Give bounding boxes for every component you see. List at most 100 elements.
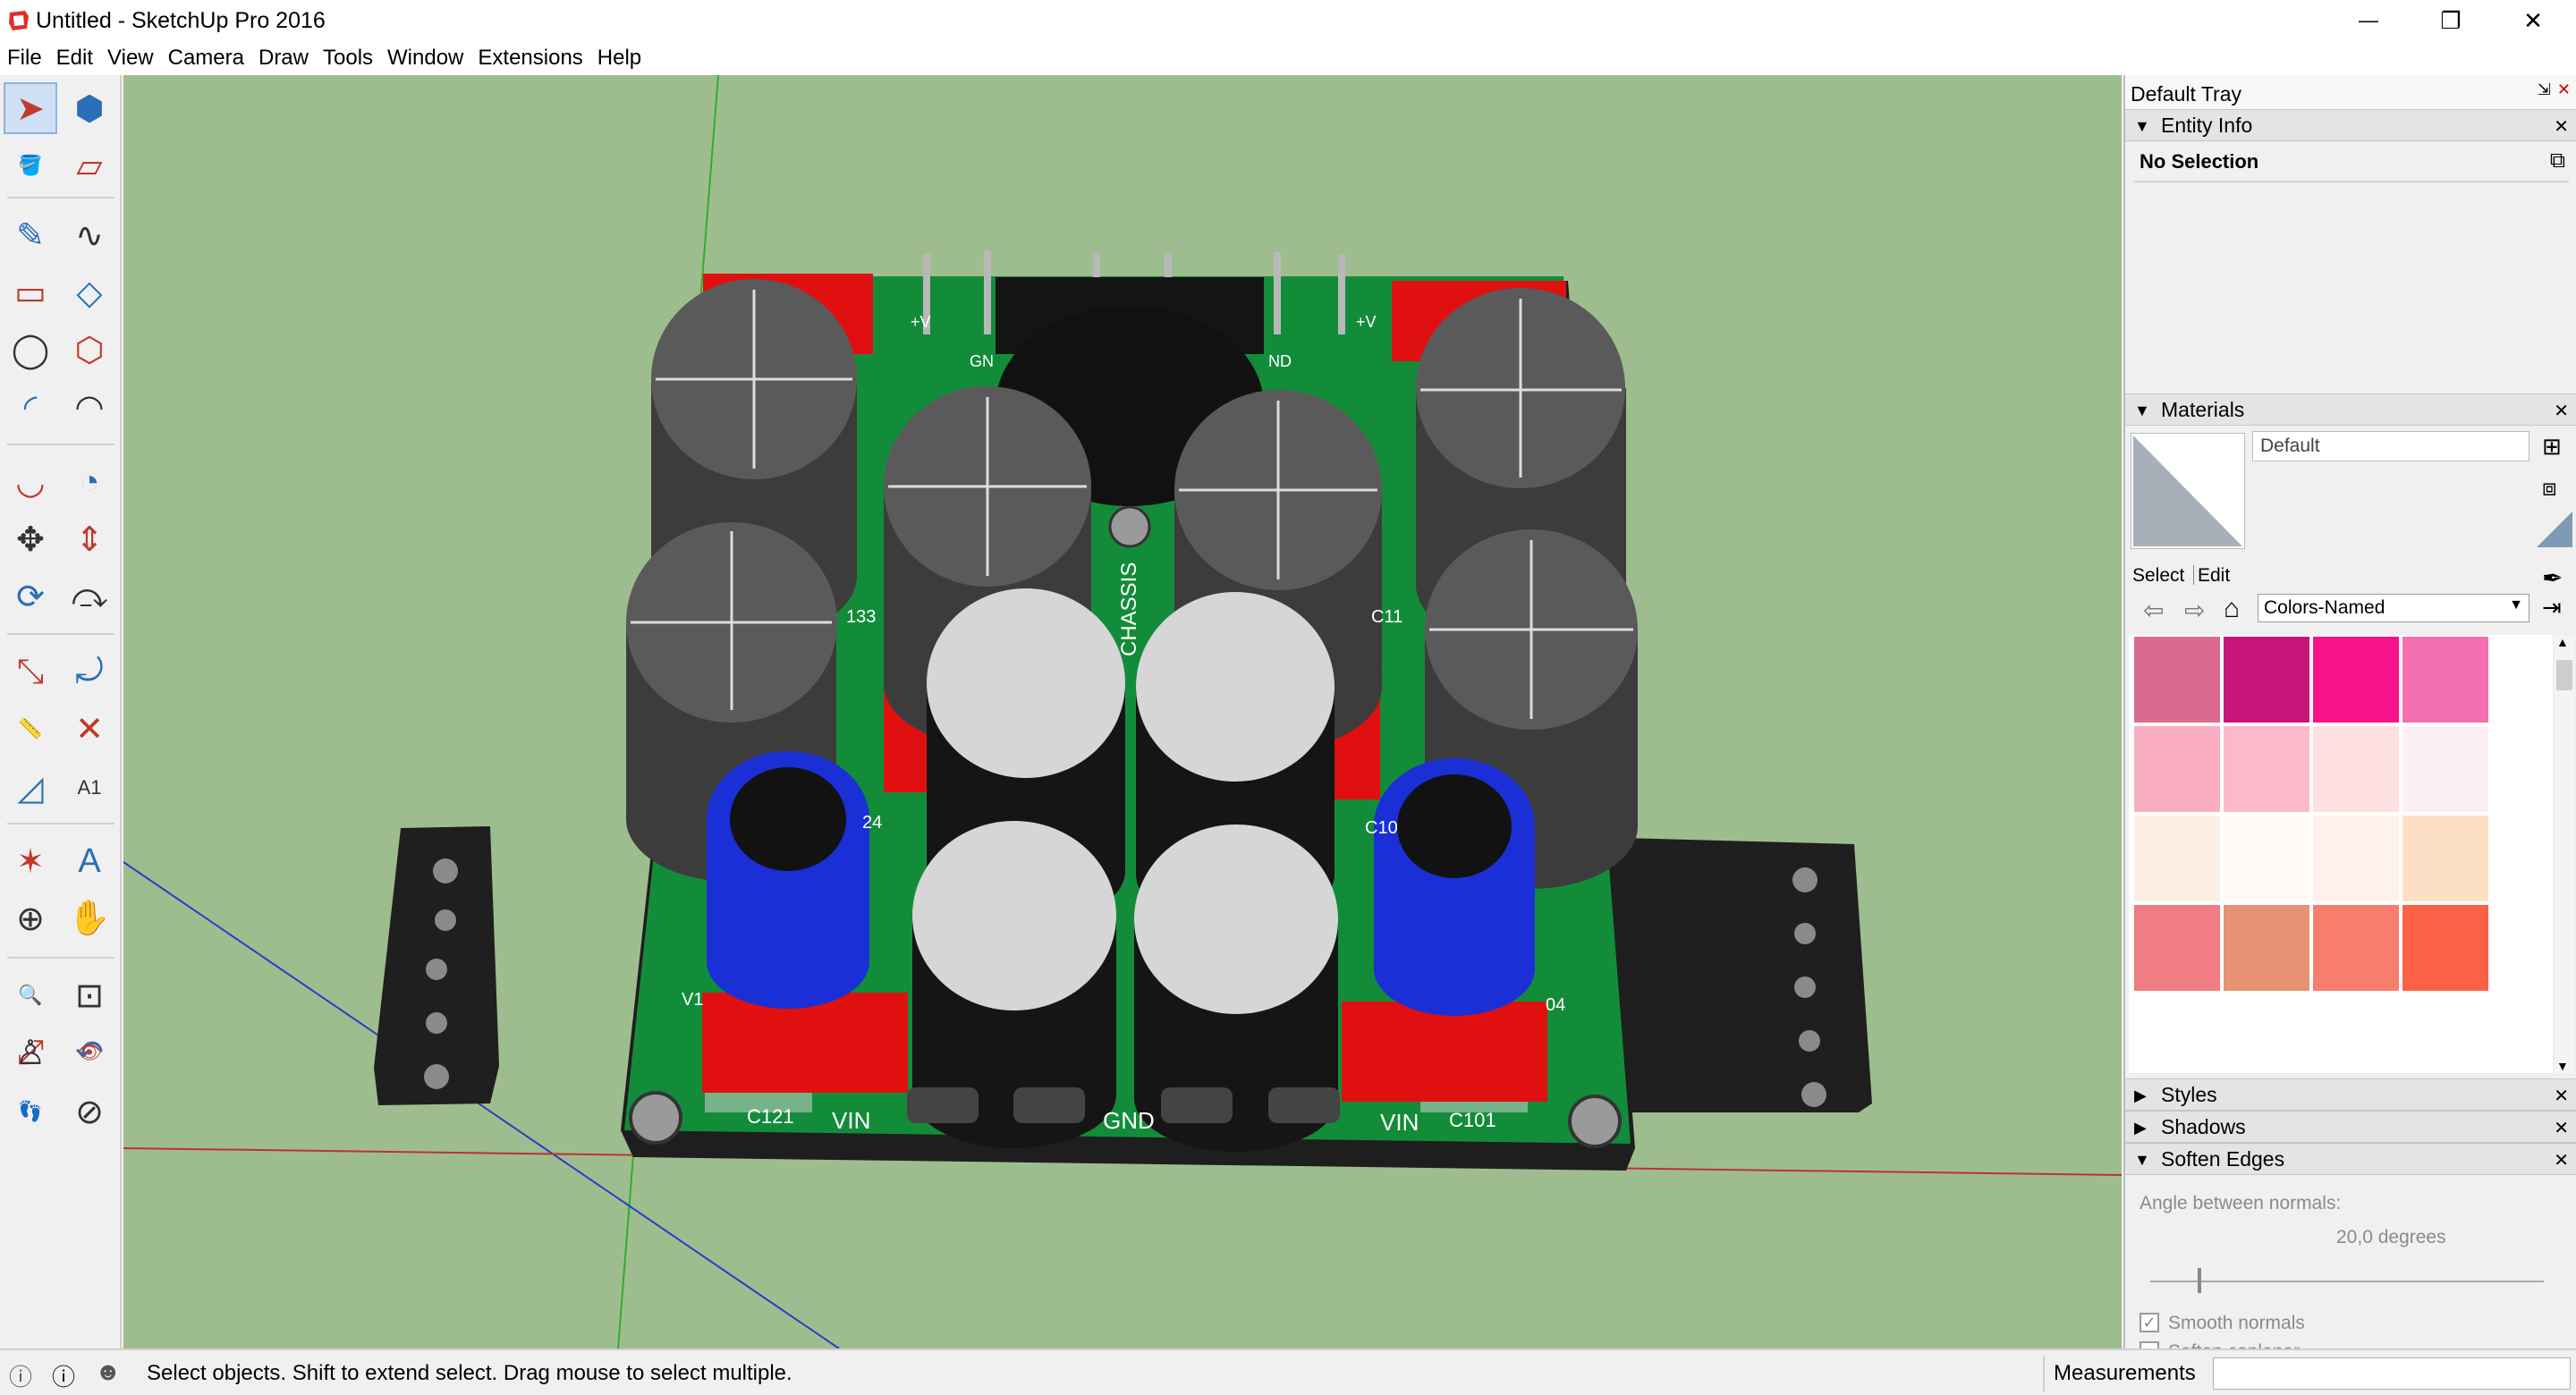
freehand-button[interactable]: ∿	[63, 209, 116, 261]
zoom-button[interactable]: 🔍	[4, 969, 57, 1021]
zoom-window-button[interactable]: ⊡	[63, 969, 116, 1021]
material-swatch[interactable]	[2313, 816, 2399, 901]
look-around-button[interactable]: 👁	[63, 1027, 116, 1078]
menu-help[interactable]: Help	[590, 41, 648, 75]
entity-info-toggle-icon[interactable]: ⧉	[2550, 148, 2565, 173]
push-pull-button[interactable]: ⇕	[63, 513, 116, 565]
section-plane-button[interactable]: ⊘	[63, 1086, 116, 1137]
circle-button[interactable]: ◯	[4, 324, 57, 376]
drawing-viewport[interactable]: CHASSIS GND VIN VIN C121 C101 +V +V GN N…	[123, 75, 2122, 1348]
material-swatch[interactable]	[2402, 816, 2488, 901]
material-swatch[interactable]	[2224, 816, 2309, 901]
menu-view[interactable]: View	[100, 41, 161, 75]
back-arrow-icon[interactable]: ⇦	[2143, 596, 2164, 625]
materials-header[interactable]: ▼ Materials ✕	[2125, 393, 2576, 426]
silk-gnd-left: GN	[970, 352, 994, 370]
material-name-field[interactable]: Default	[2252, 431, 2529, 461]
menu-file[interactable]: File	[0, 41, 49, 75]
slider-thumb[interactable]	[2197, 1268, 2201, 1293]
menu-camera[interactable]: Camera	[161, 41, 251, 75]
home-icon[interactable]: ⌂	[2224, 594, 2240, 624]
walk-button[interactable]: 👣	[4, 1086, 57, 1137]
eyedropper-icon[interactable]: ✒	[2542, 563, 2563, 593]
move-button[interactable]: ✥	[4, 513, 57, 565]
tape-measure-button[interactable]: 📏	[4, 703, 57, 755]
polygon-button[interactable]: ⬡	[63, 324, 116, 376]
scale-button[interactable]: ⤡	[4, 646, 57, 698]
minimize-button[interactable]: —	[2327, 0, 2410, 41]
material-swatch[interactable]	[2313, 726, 2399, 812]
measurements-input[interactable]	[2213, 1357, 2571, 1390]
entity-info-header[interactable]: ▼ Entity Info ✕	[2125, 109, 2576, 141]
rotated-rectangle-button[interactable]: ◇	[63, 266, 116, 318]
angle-slider[interactable]	[2150, 1268, 2544, 1293]
menu-draw[interactable]: Draw	[251, 41, 316, 75]
geolocation-icon[interactable]: ⓘ	[9, 1359, 32, 1392]
make-component-button[interactable]: ⬢	[63, 82, 116, 134]
orbit-button[interactable]: ⊕	[4, 892, 57, 944]
user-account-icon[interactable]: ☻	[95, 1357, 121, 1386]
panel-close-icon[interactable]: ✕	[2554, 1117, 2569, 1139]
material-swatch[interactable]	[2134, 905, 2220, 991]
tab-select[interactable]: Select	[2132, 565, 2184, 587]
soften-edges-header[interactable]: ▼ Soften Edges ✕	[2125, 1143, 2576, 1175]
smooth-normals-checkbox[interactable]: ✓	[2140, 1313, 2159, 1332]
axes-button[interactable]: ✶	[4, 835, 57, 887]
panel-close-icon[interactable]: ✕	[2554, 115, 2569, 138]
position-camera-button[interactable]: ♙	[4, 1027, 57, 1078]
close-icon: ✕	[2523, 6, 2543, 34]
arc-button[interactable]: ◜	[4, 381, 57, 433]
material-swatch[interactable]	[2134, 637, 2220, 723]
menu-window[interactable]: Window	[380, 41, 470, 75]
shadows-header[interactable]: ▶ Shadows ✕	[2125, 1111, 2576, 1143]
material-swatch[interactable]	[2134, 816, 2220, 901]
panel-close-icon[interactable]: ✕	[2554, 1149, 2569, 1171]
details-arrow-icon[interactable]: ⇥	[2542, 594, 2562, 621]
pan-button[interactable]: ✋	[63, 892, 116, 944]
selection-label: No Selection	[2140, 150, 2259, 173]
three-point-arc-button[interactable]: ◡	[4, 456, 57, 508]
credits-icon[interactable]: ⓘ	[52, 1359, 75, 1392]
pencil-line-button[interactable]: ✎	[4, 209, 57, 261]
material-swatch[interactable]	[2134, 726, 2220, 812]
material-swatch[interactable]	[2313, 637, 2399, 723]
select-tool-button[interactable]: ➤	[4, 82, 57, 134]
collection-select[interactable]: Colors-Named ▼	[2258, 594, 2529, 622]
paint-bucket-button[interactable]: 🪣	[4, 140, 57, 191]
swatch-scrollbar[interactable]: ▲ ▼	[2555, 635, 2574, 1073]
material-swatch[interactable]	[2313, 905, 2399, 991]
close-button[interactable]: ✕	[2492, 0, 2574, 41]
tab-edit[interactable]: Edit	[2193, 565, 2230, 585]
material-swatch[interactable]	[2402, 637, 2488, 723]
sample-paint-icon[interactable]: ⧈	[2542, 474, 2557, 503]
follow-me-button[interactable]: ⤼	[63, 571, 116, 622]
panel-close-icon[interactable]: ✕	[2554, 1085, 2569, 1107]
offset-button[interactable]: ⤾	[63, 646, 116, 698]
rectangle-button[interactable]: ▭	[4, 266, 57, 318]
tray-close-icon[interactable]: ✕	[2557, 80, 2571, 99]
default-material-icon[interactable]	[2537, 512, 2572, 547]
3d-text-button[interactable]: A	[63, 835, 116, 887]
styles-header[interactable]: ▶ Styles ✕	[2125, 1078, 2576, 1111]
panel-close-icon[interactable]: ✕	[2554, 400, 2569, 422]
material-swatch[interactable]	[2402, 905, 2488, 991]
maximize-button[interactable]: ❐	[2410, 0, 2492, 41]
eraser-button[interactable]: ▱	[63, 140, 116, 191]
menu-edit[interactable]: Edit	[49, 41, 100, 75]
text-tool-button[interactable]: A1	[63, 762, 116, 814]
forward-arrow-icon[interactable]: ⇨	[2184, 596, 2205, 625]
rotate-button[interactable]: ⟳	[4, 571, 57, 622]
protractor-button[interactable]: ◿	[4, 762, 57, 814]
menu-tools[interactable]: Tools	[316, 41, 380, 75]
dimension-button[interactable]: ✕	[63, 703, 116, 755]
pie-button[interactable]: ◔	[63, 456, 116, 508]
material-swatch[interactable]	[2224, 637, 2309, 723]
default-tray: Default Tray ⇲ ✕ ▼ Entity Info ✕ No Sele…	[2123, 75, 2576, 1362]
create-material-icon[interactable]: ⊞	[2542, 433, 2562, 461]
material-swatch[interactable]	[2224, 905, 2309, 991]
tray-pin-icon[interactable]: ⇲	[2538, 80, 2551, 99]
material-swatch[interactable]	[2402, 726, 2488, 812]
material-swatch[interactable]	[2224, 726, 2309, 812]
two-point-arc-button[interactable]: ◠	[63, 381, 116, 433]
menu-extensions[interactable]: Extensions	[470, 41, 589, 75]
